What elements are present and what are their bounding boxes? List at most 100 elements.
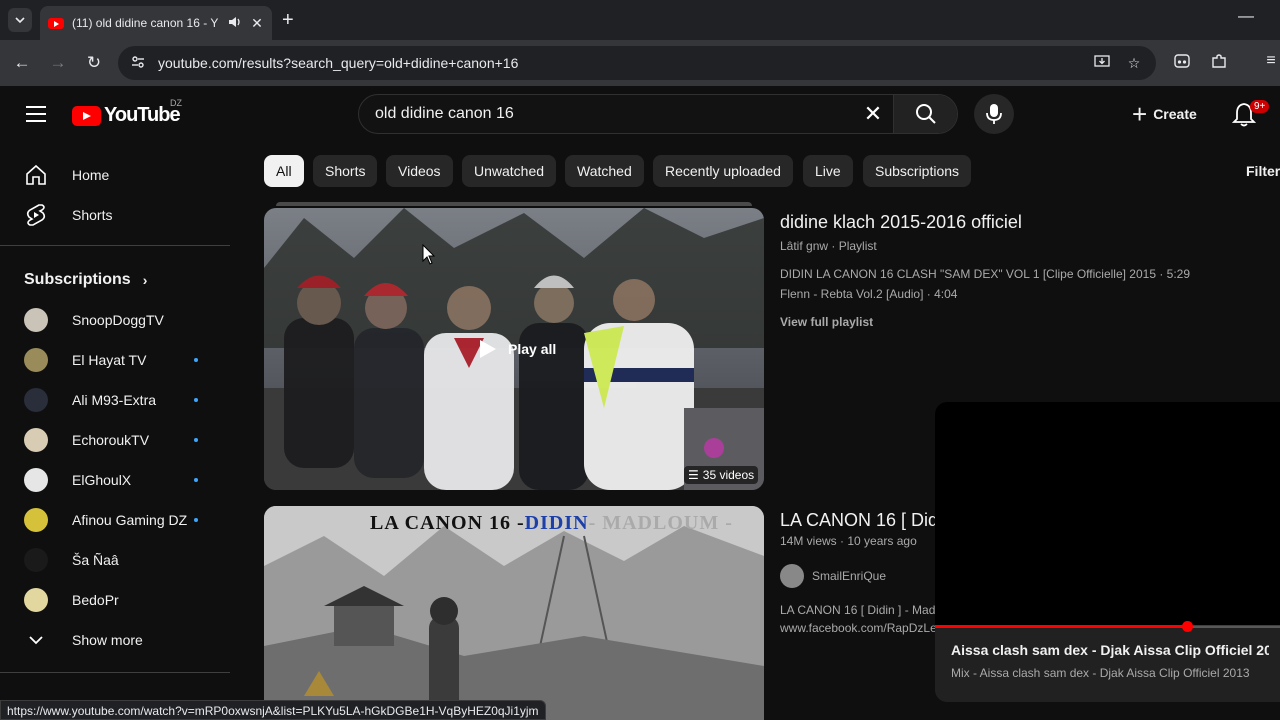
miniplayer-title[interactable]: Aissa clash sam dex - Djak Aissa Clip Of… — [951, 642, 1269, 658]
chip-live[interactable]: Live — [803, 155, 853, 187]
sidebar-item-label: Afinou Gaming DZ — [72, 512, 188, 528]
chip-shorts[interactable]: Shorts — [313, 155, 378, 187]
shorts-icon — [24, 203, 48, 227]
sidebar-item-subscription[interactable]: Ša Ñaâ — [12, 540, 228, 580]
avatar — [24, 308, 48, 332]
play-all-button[interactable]: Play all — [480, 340, 556, 358]
search-box[interactable]: old didine canon 16 ✕ — [358, 94, 958, 134]
sidebar-item-subscription[interactable]: BedoPr — [12, 580, 228, 620]
tab-title: (11) old didine canon 16 - Y — [72, 16, 219, 30]
show-more-button[interactable]: Show more — [12, 620, 228, 660]
avatar — [24, 428, 48, 452]
sidebar-divider — [0, 672, 230, 673]
clear-search-icon[interactable]: ✕ — [853, 101, 893, 127]
install-app-icon[interactable] — [1092, 54, 1112, 73]
view-count: 14M views — [780, 534, 837, 548]
url-text: youtube.com/results?search_query=old+did… — [158, 55, 519, 71]
avatar[interactable] — [780, 564, 804, 588]
search-input[interactable]: old didine canon 16 — [359, 105, 853, 123]
chip-recently-uploaded[interactable]: Recently uploaded — [653, 155, 793, 187]
back-arrow-icon[interactable]: ← — [11, 52, 33, 74]
result-title[interactable]: LA CANON 16 [ Didi — [780, 510, 935, 531]
result-description: www.facebook.com/RapDzLe — [780, 621, 935, 635]
playlist-item[interactable]: DIDIN LA CANON 16 CLASH "SAM DEX" VOL 1 … — [780, 267, 1190, 281]
sidebar-item-shorts[interactable]: Shorts — [12, 195, 228, 235]
youtube-masthead: YouTube DZ old didine canon 16 ✕ + Creat… — [0, 86, 1280, 142]
sidebar-item-label: Home — [72, 167, 110, 183]
avatar — [24, 468, 48, 492]
sidebar-item-label: BedoPr — [72, 592, 119, 608]
miniplayer[interactable]: Aissa clash sam dex - Djak Aissa Clip Of… — [935, 402, 1280, 702]
video-thumbnail[interactable]: LA CANON 16 -DIDIN- MADLOUM - — [264, 506, 764, 720]
result-meta: Lâtif gnw · Playlist — [780, 239, 877, 253]
create-button[interactable]: + Create — [1122, 94, 1211, 134]
youtube-favicon-icon — [48, 17, 64, 29]
miniplayer-progress-bar[interactable] — [935, 625, 1280, 628]
chevron-down-icon — [15, 17, 25, 24]
notification-badge: 9+ — [1250, 100, 1270, 113]
progress-scrubber[interactable] — [1181, 621, 1193, 632]
thumb-text-a: LA CANON 16 - — [370, 512, 525, 534]
result-title[interactable]: didine klach 2015-2016 officiel — [780, 212, 1022, 233]
new-content-dot — [194, 398, 198, 402]
channel-name[interactable]: SmailEnriQue — [812, 569, 886, 583]
chip-unwatched[interactable]: Unwatched — [462, 155, 557, 187]
side-panel-icon[interactable]: ≡ — [1262, 52, 1280, 74]
playlist-item[interactable]: Flenn - Rebta Vol.2 [Audio] · 4:04 — [780, 287, 957, 301]
sidebar-item-subscription[interactable]: SnoopDoggTV — [12, 300, 228, 340]
avatar — [24, 348, 48, 372]
home-icon — [24, 163, 48, 187]
chevron-right-icon: › — [142, 272, 148, 288]
sidebar-item-label: El Hayat TV — [72, 352, 147, 368]
chip-all[interactable]: All — [264, 155, 304, 187]
chip-subscriptions[interactable]: Subscriptions — [863, 155, 972, 187]
view-full-playlist-link[interactable]: View full playlist — [780, 315, 873, 329]
sidebar-item-subscription[interactable]: El Hayat TV — [12, 340, 228, 380]
youtube-logo[interactable]: YouTube DZ — [72, 98, 182, 127]
logo-wordmark: YouTube — [104, 104, 181, 126]
play-icon — [480, 340, 496, 358]
new-content-dot — [194, 518, 198, 522]
miniplayer-video[interactable] — [935, 402, 1280, 626]
thumb-text-c: - MADLOUM - — [588, 512, 733, 534]
result-type: Playlist — [838, 239, 877, 253]
show-more-label: Show more — [72, 632, 143, 648]
sidebar-item-subscription[interactable]: Ali M93-Extra — [12, 380, 228, 420]
forward-arrow-icon[interactable]: → — [47, 52, 69, 74]
sidebar-item-subscription[interactable]: ElGhoulX — [12, 460, 228, 500]
voice-search-button[interactable] — [974, 94, 1014, 134]
miniplayer-subtitle: Mix - Aissa clash sam dex - Djak Aissa C… — [951, 666, 1250, 680]
sidebar-item-subscription[interactable]: Afinou Gaming DZ — [12, 500, 228, 540]
sidebar-item-subscription[interactable]: EchoroukTV — [12, 420, 228, 460]
speaker-icon[interactable] — [228, 16, 242, 31]
new-content-dot — [194, 478, 198, 482]
puzzle-icon[interactable] — [1208, 52, 1230, 74]
subscriptions-heading[interactable]: Subscriptions › — [24, 271, 147, 289]
sidebar-item-label: SnoopDoggTV — [72, 312, 164, 328]
avatar — [24, 508, 48, 532]
chip-watched[interactable]: Watched — [565, 155, 644, 187]
filters-button[interactable]: Filter — [1246, 163, 1280, 179]
menu-icon[interactable] — [26, 106, 46, 122]
bookmark-star-icon[interactable]: ☆ — [1124, 55, 1144, 72]
mouse-cursor-icon — [422, 244, 436, 265]
channel-name[interactable]: Lâtif gnw — [780, 239, 828, 253]
close-tab-icon[interactable]: ✕ — [250, 15, 264, 32]
address-bar[interactable]: youtube.com/results?search_query=old+did… — [118, 46, 1156, 80]
sidebar-item-home[interactable]: Home — [12, 155, 228, 195]
tab-search-button[interactable] — [8, 8, 32, 32]
avatar — [24, 388, 48, 412]
channel-row[interactable]: SmailEnriQue — [780, 564, 886, 588]
reload-icon[interactable]: ↻ — [83, 52, 105, 74]
plus-icon: + — [1132, 99, 1148, 129]
result-description: LA CANON 16 [ Didin ] - Madl — [780, 603, 935, 617]
site-settings-icon[interactable] — [130, 54, 146, 73]
sidebar-item-label: ElGhoulX — [72, 472, 132, 488]
browser-tab[interactable]: (11) old didine canon 16 - Y ✕ — [40, 6, 272, 40]
new-tab-button[interactable]: + — [282, 8, 294, 32]
minimize-window-button[interactable]: — — [1238, 8, 1254, 26]
search-button[interactable] — [893, 95, 957, 133]
extension-icon[interactable] — [1171, 52, 1193, 74]
search-icon — [915, 104, 936, 124]
chip-videos[interactable]: Videos — [386, 155, 453, 187]
